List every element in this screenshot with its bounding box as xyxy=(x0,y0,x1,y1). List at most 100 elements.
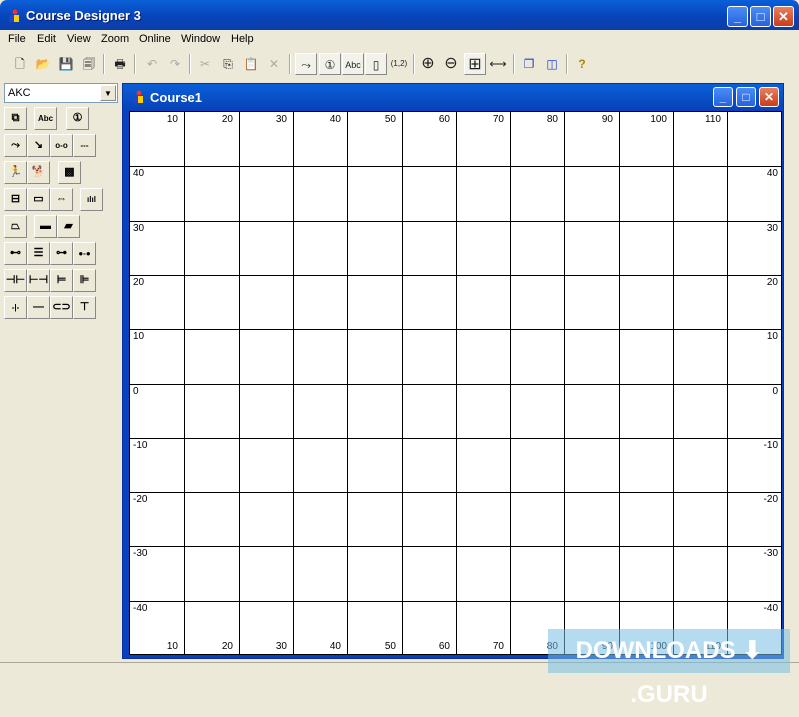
tool-button[interactable]: ⊤ xyxy=(73,296,96,319)
tool-button[interactable]: ⊷ xyxy=(4,242,27,265)
course-minimize-button[interactable]: _ xyxy=(713,87,733,107)
tool-button[interactable]: ⤳ xyxy=(4,134,27,157)
course-canvas[interactable]: 1010202030304040505060607070808090901001… xyxy=(129,111,782,655)
tool-button[interactable]: ⏢ xyxy=(4,215,27,238)
tool-button[interactable]: 🐕 xyxy=(27,161,50,184)
separator xyxy=(289,54,291,74)
grid-line xyxy=(293,112,294,654)
tool-button[interactable]: ⊟ xyxy=(4,188,27,211)
undo-button[interactable]: ↶ xyxy=(141,53,163,75)
tool-button[interactable]: ⧉ xyxy=(4,107,27,130)
menu-online[interactable]: Online xyxy=(139,33,171,45)
y-axis-label: -30 xyxy=(763,548,778,559)
course-close-button[interactable]: ✕ xyxy=(759,87,779,107)
save-button[interactable]: 💾 xyxy=(55,53,77,75)
zoom-out-button[interactable]: ⊖ xyxy=(440,53,462,75)
grid-line xyxy=(564,112,565,654)
redo-button[interactable]: ↷ xyxy=(164,53,186,75)
fit-page-button[interactable]: ⊞ xyxy=(464,53,486,75)
tool-button[interactable]: ▰ xyxy=(57,215,80,238)
tool-button[interactable]: Abc xyxy=(34,107,57,130)
close-button[interactable]: ✕ xyxy=(773,6,794,27)
y-axis-label: -30 xyxy=(133,548,148,559)
menu-zoom[interactable]: Zoom xyxy=(101,33,129,45)
organization-select[interactable]: AKC ▼ xyxy=(4,83,118,103)
x-axis-label: 80 xyxy=(546,114,558,125)
chevron-down-icon[interactable]: ▼ xyxy=(100,85,116,101)
tool-button[interactable]: ⊣⊢ xyxy=(4,269,27,292)
organization-value: AKC xyxy=(8,87,31,99)
cut-button[interactable]: ✂ xyxy=(194,53,216,75)
cascade-button[interactable]: ❐ xyxy=(518,53,540,75)
tool-button[interactable]: --- xyxy=(73,134,96,157)
x-axis-label: 20 xyxy=(221,641,233,652)
app-icon xyxy=(9,9,19,22)
page-button[interactable]: ▯ xyxy=(365,53,387,75)
separator xyxy=(103,54,105,74)
menu-window[interactable]: Window xyxy=(181,33,220,45)
tool-button[interactable]: ↘ xyxy=(27,134,50,157)
open-button[interactable]: 📂 xyxy=(32,53,54,75)
menu-help[interactable]: Help xyxy=(231,33,254,45)
help-button[interactable]: ? xyxy=(571,53,593,75)
course-title-bar: Course1 _ □ ✕ xyxy=(123,84,783,110)
tool-button[interactable]: ⊢⊣ xyxy=(27,269,50,292)
grid-line xyxy=(130,166,781,167)
grid-line xyxy=(402,112,403,654)
print-button[interactable]: 🖶 xyxy=(109,53,131,75)
grid-line xyxy=(510,112,511,654)
tool-button[interactable]: ⊶ xyxy=(50,242,73,265)
tool-button[interactable]: ⊫ xyxy=(73,269,96,292)
tool-button[interactable]: ☰ xyxy=(27,242,50,265)
tile-button[interactable]: ◫ xyxy=(541,53,563,75)
tool-button[interactable]: ⊂⊃ xyxy=(50,296,73,319)
copy-button[interactable]: ⎘ xyxy=(217,53,239,75)
tool-button[interactable]: ① xyxy=(66,107,89,130)
x-axis-label: 50 xyxy=(384,641,396,652)
tool-button[interactable]: 🏃 xyxy=(4,161,27,184)
x-axis-label: 90 xyxy=(601,114,613,125)
menu-edit[interactable]: Edit xyxy=(37,33,56,45)
grid-line xyxy=(673,112,674,654)
menu-view[interactable]: View xyxy=(67,33,91,45)
minimize-button[interactable]: _ xyxy=(727,6,748,27)
course-title: Course1 xyxy=(150,90,203,105)
course-maximize-button[interactable]: □ xyxy=(736,87,756,107)
maximize-button[interactable]: □ xyxy=(750,6,771,27)
tool-button[interactable]: ●-● xyxy=(73,242,96,265)
x-axis-label: 10 xyxy=(166,114,178,125)
x-axis-label: 110 xyxy=(705,114,721,125)
fit-width-button[interactable]: ⟷ xyxy=(487,53,509,75)
coordinates-button[interactable]: (1,2) xyxy=(388,53,410,75)
x-axis-label: 100 xyxy=(650,114,667,125)
tool-button[interactable]: ⊨ xyxy=(50,269,73,292)
y-axis-label: 40 xyxy=(766,168,778,179)
tool-button[interactable]: ılıl xyxy=(80,188,103,211)
number-button[interactable]: ① xyxy=(319,53,341,75)
tool-button[interactable]: ▬ xyxy=(34,215,57,238)
separator xyxy=(413,54,415,74)
save-all-button[interactable]: 🗐 xyxy=(78,53,100,75)
label-button[interactable]: Abc xyxy=(342,53,364,75)
tool-button[interactable]: ⇔ xyxy=(50,188,73,211)
grid-line xyxy=(130,221,781,222)
paste-button[interactable]: 📋 xyxy=(240,53,262,75)
tool-button[interactable]: o-o xyxy=(50,134,73,157)
tool-button[interactable]: ▩ xyxy=(58,161,81,184)
grid-line xyxy=(130,329,781,330)
grid-line xyxy=(456,112,457,654)
new-button[interactable]: 🗋 xyxy=(9,53,31,75)
delete-button[interactable]: ✕ xyxy=(263,53,285,75)
x-axis-label: 20 xyxy=(221,114,233,125)
tool-button[interactable]: — xyxy=(27,296,50,319)
x-axis-label: 60 xyxy=(438,114,450,125)
zoom-in-button[interactable]: ⊕ xyxy=(417,53,439,75)
main-toolbar: 🗋 📂 💾 🗐 🖶 ↶ ↷ ✂ ⎘ 📋 ✕ ⤳ ① Abc ▯ (1,2) ⊕ … xyxy=(0,52,799,78)
tool-button[interactable]: ▭ xyxy=(27,188,50,211)
y-axis-label: -20 xyxy=(763,494,778,505)
grid-line xyxy=(130,275,781,276)
y-axis-label: 30 xyxy=(133,223,145,234)
path-button[interactable]: ⤳ xyxy=(295,53,317,75)
tool-button[interactable]: -|- xyxy=(4,296,27,319)
menu-file[interactable]: File xyxy=(8,33,26,45)
